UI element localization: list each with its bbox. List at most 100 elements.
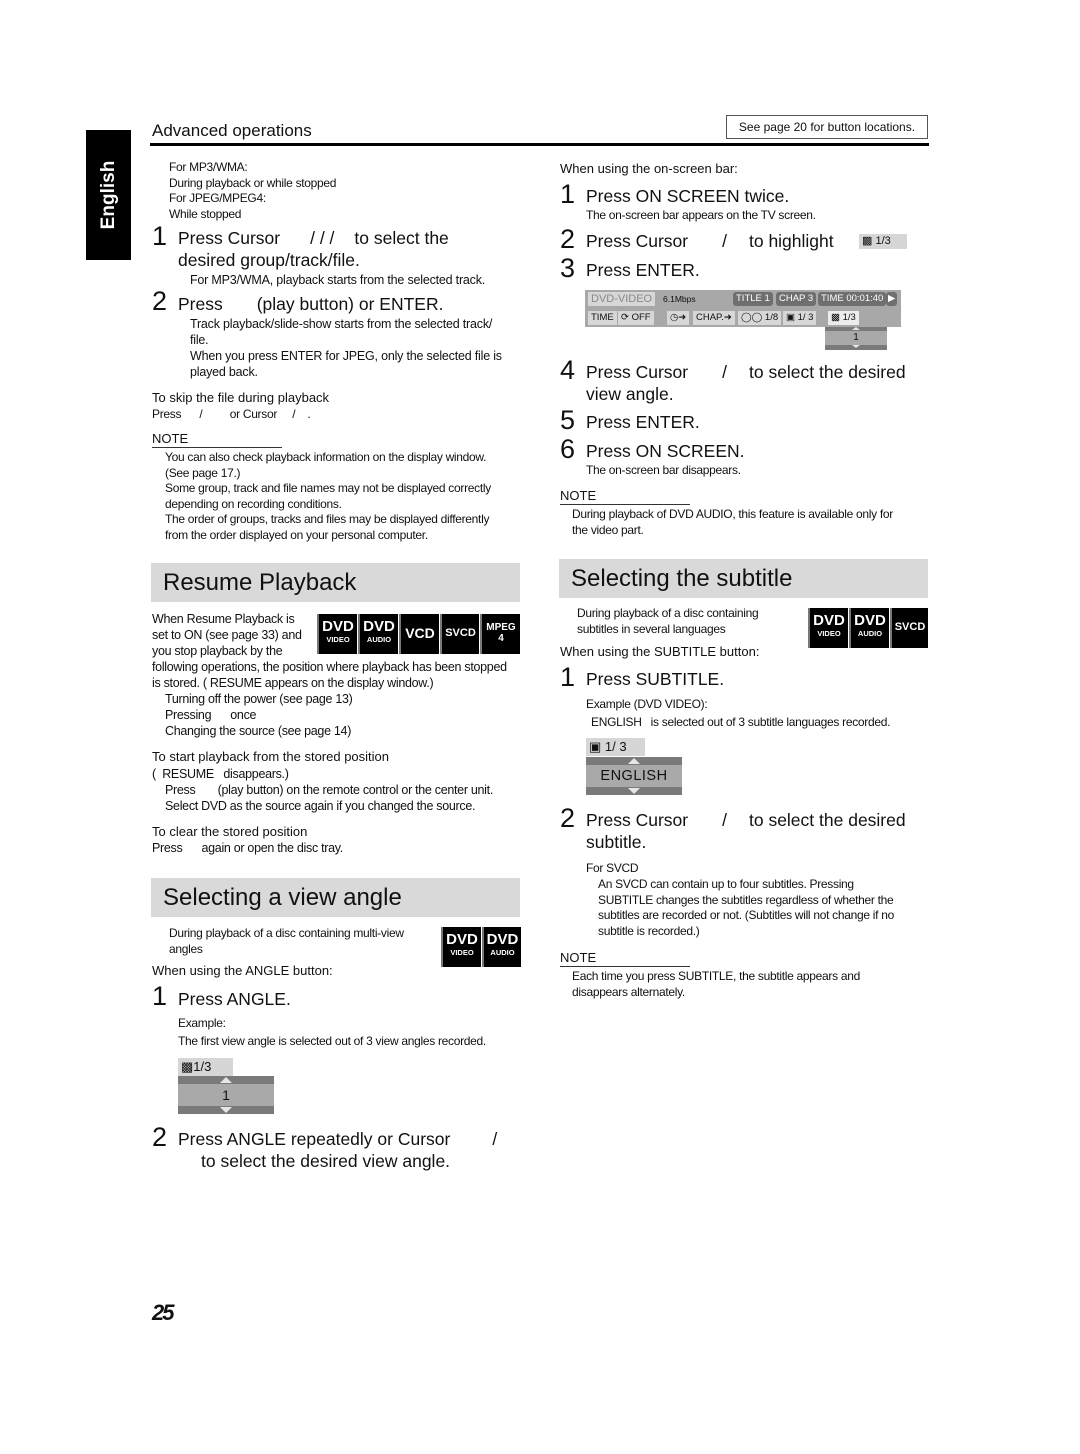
bar-angle-picker[interactable]: 1 xyxy=(825,327,887,350)
step-number: 2 xyxy=(560,803,576,833)
picker-up[interactable] xyxy=(178,1076,274,1084)
detail-line: file. xyxy=(190,333,209,347)
disc-badges: DVD VIDEO DVD AUDIO VCD SVCD MPEG 4 xyxy=(317,614,520,654)
picker-up[interactable] xyxy=(825,327,887,331)
badge-text: DVD xyxy=(363,618,395,635)
badge-dvd-video: DVD VIDEO xyxy=(808,608,848,648)
step-number: 3 xyxy=(560,253,576,283)
repeat-state: OFF xyxy=(631,312,651,323)
resume-intro: When Resume Playback is set to ON (see p… xyxy=(152,611,302,659)
resume-op: Pressing once xyxy=(165,708,257,722)
note-item: disappears alternately. xyxy=(572,984,685,999)
subtitle-section-heading: Selecting the subtitle xyxy=(559,559,928,598)
badge-text: DVD xyxy=(813,612,845,629)
see-page-note: See page 20 for button locations. xyxy=(726,115,928,139)
badge-subtext: VIDEO xyxy=(817,629,841,638)
note-item: depending on recording conditions. xyxy=(165,496,342,511)
resume-section-heading: Resume Playback xyxy=(151,563,520,602)
start-line: ( RESUME disappears.) xyxy=(152,767,289,781)
badge-text: SVCD xyxy=(445,627,476,639)
step-text-part: (play button) or ENTER. xyxy=(256,294,444,314)
audio-count: 1/8 xyxy=(764,312,779,323)
svcd-line: SUBTITLE changes the subtitles regardles… xyxy=(598,892,894,907)
angle-osd: ▩1/3 1 xyxy=(178,1058,274,1114)
language-tab: English xyxy=(86,130,131,260)
step-text-cont: desired group/track/file. xyxy=(178,250,360,270)
example-text: The first view angle is selected out of … xyxy=(178,1034,486,1048)
step-detail: The on-screen bar disappears. xyxy=(586,463,741,477)
step-text: Press ANGLE. xyxy=(178,989,291,1009)
bar-timesearch: ◷➜ xyxy=(667,311,690,325)
bar-bitrate: 6.1Mbps xyxy=(663,294,696,304)
note-list: You can also check playback information … xyxy=(165,450,491,543)
bar-angle: ▩ 1/3 xyxy=(828,311,859,325)
step-text-part: Press Cursor xyxy=(586,362,689,382)
subtitle-icon: ▣ xyxy=(786,312,795,323)
step-text: Press ENTER. xyxy=(586,412,700,432)
badge-subtext: AUDIO xyxy=(857,629,883,638)
cursor-arrows: / xyxy=(722,810,727,830)
angle-osd-count: 1/3 xyxy=(193,1059,212,1074)
badge-dvd-audio: DVD AUDIO xyxy=(482,927,521,967)
bar-time: TIME 00:01:40 xyxy=(818,292,887,306)
step-number: 1 xyxy=(560,662,576,692)
step-detail: Track playback/slide-show starts from th… xyxy=(190,316,502,380)
conditions: For MP3/WMA: During playback or while st… xyxy=(169,160,336,222)
bar-audio: ◯◯ 1/8 xyxy=(738,311,782,325)
step-text: Press SUBTITLE. xyxy=(586,669,725,689)
note-label: NOTE xyxy=(560,950,597,965)
bar-repeat: ⟳ OFF xyxy=(618,311,654,325)
condition-line: For JPEG/MPEG4: xyxy=(169,191,266,205)
note-rule xyxy=(560,966,690,967)
step-text: Press ENTER. xyxy=(586,260,700,280)
clear-text: Press again or open the disc tray. xyxy=(152,841,343,855)
intro-line: During playback of a disc containing xyxy=(577,606,759,620)
step-text-cont: view angle. xyxy=(586,384,674,404)
step-text: Press ON SCREEN twice. xyxy=(586,186,790,206)
disc-badges: DVD VIDEO DVD AUDIO SVCD xyxy=(808,608,928,648)
badge-svcd: SVCD xyxy=(440,614,479,654)
example-label: Example (DVD VIDEO): xyxy=(586,697,708,711)
body-line: is stored. ( RESUME appears on the displ… xyxy=(152,676,434,690)
condition-line: During playback or while stopped xyxy=(169,175,337,190)
up-arrow-icon xyxy=(628,758,640,764)
picker-down[interactable] xyxy=(586,787,682,795)
step-number: 2 xyxy=(560,224,576,254)
badge-subtext: VIDEO xyxy=(326,635,350,644)
step-number: 5 xyxy=(560,405,576,435)
note-item: During playback of DVD AUDIO, this featu… xyxy=(572,507,893,521)
picker-up[interactable] xyxy=(586,757,682,765)
step-text-part: Press ANGLE repeatedly or Cursor xyxy=(178,1129,451,1149)
step-text: Press (play button) or ENTER. xyxy=(178,293,443,315)
picker-down[interactable] xyxy=(825,345,887,350)
badge-subtext: AUDIO xyxy=(490,948,515,957)
subtitle-icon: ▣ xyxy=(589,739,602,754)
subtitle-picker[interactable]: ENGLISH xyxy=(586,757,682,795)
angle-count: 1/3 xyxy=(842,312,856,323)
step-text-part: to select the desired xyxy=(748,810,906,830)
step-text: Press Cursor / to select the desired xyxy=(586,361,906,383)
intro-line: When Resume Playback is xyxy=(152,612,295,626)
step-detail: For MP3/WMA, playback starts from the se… xyxy=(190,273,486,287)
badge-svcd: SVCD xyxy=(890,608,928,648)
picker-down[interactable] xyxy=(178,1106,274,1114)
angle-picker[interactable]: 1 xyxy=(178,1076,274,1114)
note-item: Each time you press SUBTITLE, the subtit… xyxy=(572,969,860,983)
note-label: NOTE xyxy=(152,431,189,446)
angle-when: When using the ANGLE button: xyxy=(152,963,333,978)
cursor-arrows: / xyxy=(722,231,727,251)
step-text: Press Cursor / to select the desired xyxy=(586,809,906,831)
badge-text: DVD xyxy=(854,612,886,629)
bar-chap: CHAP 3 xyxy=(776,292,817,306)
header-rule xyxy=(150,143,929,146)
step-text-part: Press Cursor xyxy=(586,231,689,251)
step-text-part: to select the desired xyxy=(748,362,906,382)
step-number: 2 xyxy=(152,1122,168,1152)
step-text-cont: to select the desired view angle. xyxy=(201,1151,451,1171)
down-arrow-icon xyxy=(628,788,640,794)
play-icon: ▶ xyxy=(886,292,898,306)
step-number: 1 xyxy=(152,221,168,251)
angle-chip-count: 1/3 xyxy=(875,235,891,247)
badge-text: SVCD xyxy=(894,621,926,633)
intro-line: subtitles in several languages xyxy=(577,621,726,636)
